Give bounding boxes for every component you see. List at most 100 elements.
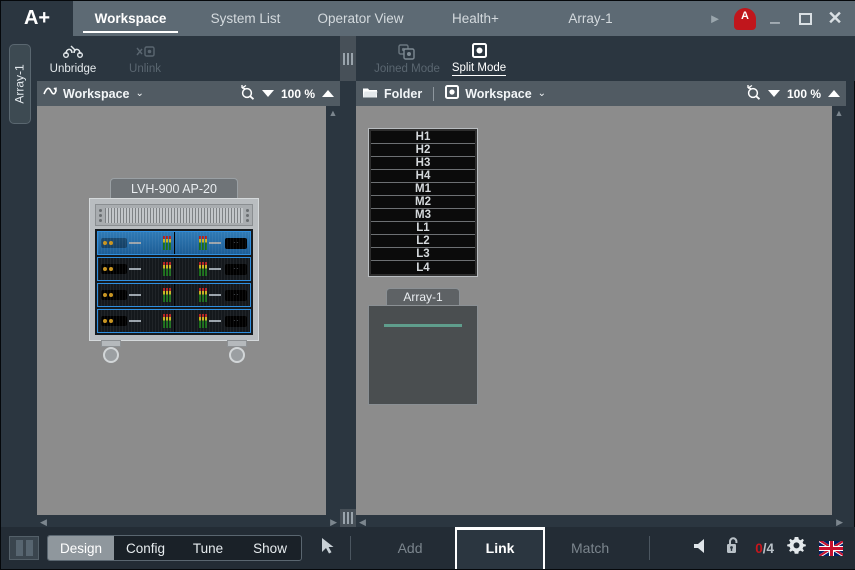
rack-unit[interactable]: LVH-900 AP-20: [89, 178, 259, 363]
tab-operator-view[interactable]: Operator View: [303, 1, 418, 36]
scroll-right-icon[interactable]: ▶: [330, 517, 337, 528]
panel-grip-icon[interactable]: [9, 536, 39, 560]
amp-dash: [129, 268, 141, 270]
amp-channel-a: [98, 232, 174, 254]
speaker-mute-icon[interactable]: [692, 537, 712, 560]
amp-display: - -: [225, 290, 247, 301]
subwoofer-body[interactable]: [368, 305, 478, 405]
tab-system-list[interactable]: System List: [188, 1, 303, 36]
right-panel-vertical-scrollbar[interactable]: ▲ ▼: [832, 106, 846, 529]
split-mode-icon: [468, 42, 490, 61]
amplifier-unit-3[interactable]: - -: [97, 283, 251, 307]
array-element[interactable]: H3: [371, 157, 475, 170]
amplifier-unit-1[interactable]: - -: [97, 231, 251, 255]
caster-right-icon: [227, 340, 247, 363]
close-button[interactable]: ✕: [820, 1, 850, 36]
chevron-down-icon[interactable]: ⌄: [538, 88, 546, 99]
array-element[interactable]: L4: [371, 261, 475, 274]
joined-mode-icon: [396, 43, 418, 62]
tab-workspace-label: Workspace: [95, 11, 167, 26]
zoom-out-button[interactable]: [768, 90, 780, 97]
amp-dash: [209, 268, 221, 270]
view-tab-design-label: Design: [60, 541, 102, 556]
left-panel-vertical-scrollbar[interactable]: ▲ ▼: [326, 106, 340, 529]
joined-mode-label: Joined Mode: [374, 63, 440, 75]
amp-dash: [129, 242, 141, 244]
array-element[interactable]: L2: [371, 235, 475, 248]
amp-knob-group: [101, 290, 127, 300]
zoom-fit-icon[interactable]: [745, 84, 761, 103]
tab-workspace[interactable]: Workspace: [73, 1, 188, 36]
view-tab-tune[interactable]: Tune: [177, 536, 239, 560]
view-tab-tune-label: Tune: [193, 541, 223, 556]
view-tab-design[interactable]: Design: [48, 536, 114, 560]
amp-level-meters: [163, 236, 171, 250]
zoom-out-button[interactable]: [262, 90, 274, 97]
split-mode-label: Split Mode: [452, 62, 506, 76]
array-element[interactable]: H4: [371, 170, 475, 183]
toolbar-right-group: Joined Mode Split Mode: [371, 36, 515, 81]
pointer-arrow-icon[interactable]: [320, 537, 336, 560]
count-denominator: /4: [763, 541, 774, 556]
alert-badge-button[interactable]: A: [730, 1, 760, 36]
tab-system-list-label: System List: [211, 11, 281, 26]
amp-level-meters: [199, 288, 207, 302]
sidebar-tab-array-1[interactable]: Array-1: [9, 44, 31, 124]
joined-mode-button[interactable]: Joined Mode: [371, 36, 443, 81]
zoom-in-button[interactable]: [828, 90, 840, 97]
amplifier-unit-4[interactable]: - -: [97, 309, 251, 333]
subwoofer-label: Array-1: [386, 288, 460, 305]
mode-tab-add-label: Add: [398, 540, 423, 556]
minimize-button[interactable]: _: [760, 1, 790, 36]
array-element[interactable]: M2: [371, 196, 475, 209]
bottom-splitter-handle[interactable]: [340, 509, 356, 527]
array-element[interactable]: M1: [371, 183, 475, 196]
mode-tab-match[interactable]: Match: [545, 527, 635, 569]
array-element[interactable]: H2: [371, 144, 475, 157]
amp-level-meters: [163, 314, 171, 328]
unlock-icon[interactable]: [725, 536, 742, 560]
zoom-in-button[interactable]: [322, 90, 334, 97]
tab-array-1[interactable]: Array-1: [533, 1, 648, 36]
subwoofer-indicator-line: [384, 324, 462, 327]
array-element[interactable]: L1: [371, 222, 475, 235]
maximize-button[interactable]: [790, 1, 820, 36]
line-array-stack[interactable]: H1 H2 H3 H4 M1 M2 M3 L1 L2 L3 L4: [368, 128, 478, 277]
toolbar-splitter-handle[interactable]: [340, 36, 356, 81]
view-tab-show[interactable]: Show: [239, 536, 301, 560]
left-panel-canvas[interactable]: LVH-900 AP-20: [37, 106, 340, 529]
unbridge-button[interactable]: Unbridge: [37, 36, 109, 81]
screw-icon: [99, 209, 102, 222]
amp-channel-b: - -: [174, 284, 251, 306]
amp-dash: [129, 294, 141, 296]
scroll-up-icon[interactable]: ▲: [329, 106, 338, 120]
right-panel-canvas[interactable]: H1 H2 H3 H4 M1 M2 M3 L1 L2 L3 L4 Array-1: [356, 106, 846, 529]
zoom-fit-icon[interactable]: [239, 84, 255, 103]
minimize-icon: _: [770, 11, 779, 27]
array-element[interactable]: M3: [371, 209, 475, 222]
scroll-right-icon[interactable]: ▶: [836, 517, 843, 528]
mode-tab-add[interactable]: Add: [365, 527, 455, 569]
scroll-left-icon[interactable]: ◀: [40, 517, 47, 528]
gear-icon[interactable]: [787, 536, 806, 560]
folder-icon[interactable]: [362, 86, 378, 102]
view-tab-group: Design Config Tune Show: [47, 535, 302, 561]
uk-flag-icon[interactable]: [819, 541, 843, 556]
array-element[interactable]: H1: [371, 131, 475, 144]
tab-health-plus[interactable]: Health+: [418, 1, 533, 36]
play-button[interactable]: ►: [700, 1, 730, 36]
split-mode-button[interactable]: Split Mode: [443, 36, 515, 81]
toolbar-left-group: Unbridge Unlink: [37, 36, 181, 81]
amplifier-unit-2[interactable]: - -: [97, 257, 251, 281]
chevron-down-icon[interactable]: ⌄: [135, 88, 143, 99]
scroll-up-icon[interactable]: ▲: [835, 106, 844, 120]
app-logo[interactable]: A+: [1, 1, 73, 36]
scroll-left-icon[interactable]: ◀: [359, 517, 366, 528]
count-numerator: 0: [755, 541, 763, 556]
right-panel-header: Folder Workspace ⌄: [356, 81, 846, 106]
view-tab-config[interactable]: Config: [114, 536, 177, 560]
array-element[interactable]: L3: [371, 248, 475, 261]
amp-level-meters: [163, 262, 171, 276]
mode-tab-link[interactable]: Link: [455, 527, 545, 569]
unlink-button[interactable]: Unlink: [109, 36, 181, 81]
